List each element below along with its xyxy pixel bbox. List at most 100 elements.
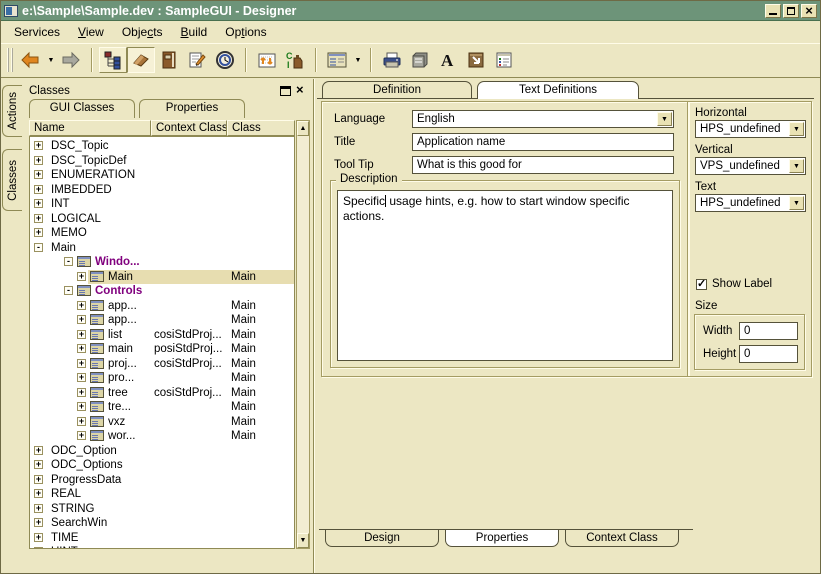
tree-expander-icon[interactable]: +	[34, 504, 43, 513]
tree-expander-icon[interactable]: +	[77, 272, 86, 281]
tree-row[interactable]: + DSC_TopicDef	[30, 154, 294, 169]
tree-expander-icon[interactable]: +	[34, 199, 43, 208]
archive-button[interactable]	[406, 47, 434, 73]
title-input[interactable]: Application name	[412, 133, 674, 151]
tree-expander-icon[interactable]: +	[34, 460, 43, 469]
tree-expander-icon[interactable]: +	[34, 547, 43, 549]
font-button[interactable]: A	[434, 47, 462, 73]
form-view-button[interactable]	[323, 47, 351, 73]
language-combobox[interactable]: English	[412, 110, 674, 128]
column-header[interactable]: Class	[227, 120, 295, 136]
tree-expander-icon[interactable]: +	[77, 330, 86, 339]
tree-expander-icon[interactable]: +	[34, 214, 43, 223]
tooltip-input[interactable]: What is this good for	[412, 156, 674, 174]
tree-row[interactable]: + tre... Main	[30, 400, 294, 415]
scroll-up-icon[interactable]	[297, 121, 309, 136]
tree-row[interactable]: + LOGICAL	[30, 212, 294, 227]
tree-expander-icon[interactable]: -	[64, 286, 73, 295]
maximize-button[interactable]	[783, 4, 799, 18]
sidebar-tab-classes[interactable]: Classes	[2, 149, 22, 211]
menu-item[interactable]: Objects	[113, 23, 172, 41]
form-view-dropdown-button[interactable]	[352, 47, 364, 73]
tree-row[interactable]: - Windo...	[30, 255, 294, 270]
tree-row[interactable]: + INT	[30, 197, 294, 212]
definition-tab[interactable]: Text Definitions	[477, 81, 639, 99]
tree-expander-icon[interactable]: +	[34, 489, 43, 498]
width-input[interactable]: 0	[739, 322, 798, 340]
panel-close-icon[interactable]	[295, 85, 307, 97]
chevron-down-icon[interactable]	[789, 159, 804, 173]
tree-expander-icon[interactable]: -	[64, 257, 73, 266]
tree-row[interactable]: + list cosiStdProj... Main	[30, 328, 294, 343]
menu-item[interactable]: Build	[172, 23, 217, 41]
tree-expander-icon[interactable]: +	[34, 170, 43, 179]
tree-expander-icon[interactable]: +	[77, 402, 86, 411]
tree-row[interactable]: + ODC_Options	[30, 458, 294, 473]
back-button[interactable]	[16, 47, 44, 73]
tree-row[interactable]: + TIME	[30, 531, 294, 546]
menu-item[interactable]: View	[69, 23, 113, 41]
tree-row[interactable]: + SearchWin	[30, 516, 294, 531]
book-button[interactable]	[155, 47, 183, 73]
panel-tab[interactable]: GUI Classes	[29, 99, 135, 118]
vertical-combobox[interactable]: VPS_undefined	[695, 157, 806, 175]
generate-ci-button[interactable]: CI	[281, 47, 309, 73]
forward-button[interactable]	[57, 47, 85, 73]
tree-expander-icon[interactable]: +	[34, 446, 43, 455]
tree-expander-icon[interactable]: +	[34, 518, 43, 527]
view-tab[interactable]: Context Class	[565, 530, 679, 547]
clock-button[interactable]	[211, 47, 239, 73]
tree-expander-icon[interactable]: +	[77, 359, 86, 368]
column-header[interactable]: Context Class	[151, 120, 227, 136]
tree-expander-icon[interactable]: +	[77, 431, 86, 440]
export-form-button[interactable]	[462, 47, 490, 73]
description-textarea[interactable]: Specific usage hints, e.g. how to start …	[337, 190, 673, 361]
print-button[interactable]	[378, 47, 406, 73]
tree-row[interactable]: + pro... Main	[30, 371, 294, 386]
tree-row[interactable]: + Main Main	[30, 270, 294, 285]
tree-row[interactable]: - Controls	[30, 284, 294, 299]
menu-item[interactable]: Options	[216, 23, 275, 41]
menu-item[interactable]: Services	[5, 23, 69, 41]
minimize-button[interactable]	[765, 4, 781, 18]
tree-row[interactable]: + vxz Main	[30, 415, 294, 430]
tree-expander-icon[interactable]: +	[77, 301, 86, 310]
tree-row[interactable]: + REAL	[30, 487, 294, 502]
tree-row[interactable]: + main posiStdProj... Main	[30, 342, 294, 357]
tree-row[interactable]: + IMBEDDED	[30, 183, 294, 198]
tree-expander-icon[interactable]: -	[34, 243, 43, 252]
tree-expander-icon[interactable]: +	[77, 315, 86, 324]
tree-row[interactable]: + ODC_Option	[30, 444, 294, 459]
import-export-button[interactable]	[253, 47, 281, 73]
definition-tab[interactable]: Definition	[322, 81, 472, 98]
tree-row[interactable]: + proj... cosiStdProj... Main	[30, 357, 294, 372]
tree-row[interactable]: + MEMO	[30, 226, 294, 241]
tree-expander-icon[interactable]: +	[34, 533, 43, 542]
tree-row[interactable]: - Main	[30, 241, 294, 256]
tree-row[interactable]: + ENUMERATION	[30, 168, 294, 183]
tree-row[interactable]: + DSC_Topic	[30, 139, 294, 154]
tree-expander-icon[interactable]: +	[77, 373, 86, 382]
tree-expander-icon[interactable]: +	[77, 344, 86, 353]
tree-expander-icon[interactable]: +	[34, 228, 43, 237]
sidebar-tab-actions[interactable]: Actions	[2, 85, 22, 137]
view-tab[interactable]: Design	[325, 530, 439, 547]
edit-button[interactable]	[183, 47, 211, 73]
tree-row[interactable]: + app... Main	[30, 299, 294, 314]
toolbar-grip[interactable]	[7, 48, 13, 72]
tree-scrollbar[interactable]	[296, 120, 310, 549]
form-options-button[interactable]	[490, 47, 518, 73]
tree-expander-icon[interactable]: +	[77, 388, 86, 397]
tree-row[interactable]: + ProgressData	[30, 473, 294, 488]
tree-expander-icon[interactable]: +	[77, 417, 86, 426]
eraser-button[interactable]	[127, 47, 155, 73]
chevron-down-icon[interactable]	[657, 112, 672, 126]
back-dropdown-button[interactable]	[45, 47, 57, 73]
tree-row[interactable]: + UINT	[30, 545, 294, 549]
dock-icon[interactable]	[280, 86, 291, 96]
tree-expander-icon[interactable]: +	[34, 185, 43, 194]
view-tab[interactable]: Properties	[445, 530, 559, 547]
show-label-checkbox[interactable]	[696, 279, 707, 290]
title-bar[interactable]: e:\Sample\Sample.dev : SampleGUI - Desig…	[1, 1, 820, 21]
tree-expander-icon[interactable]: +	[34, 475, 43, 484]
